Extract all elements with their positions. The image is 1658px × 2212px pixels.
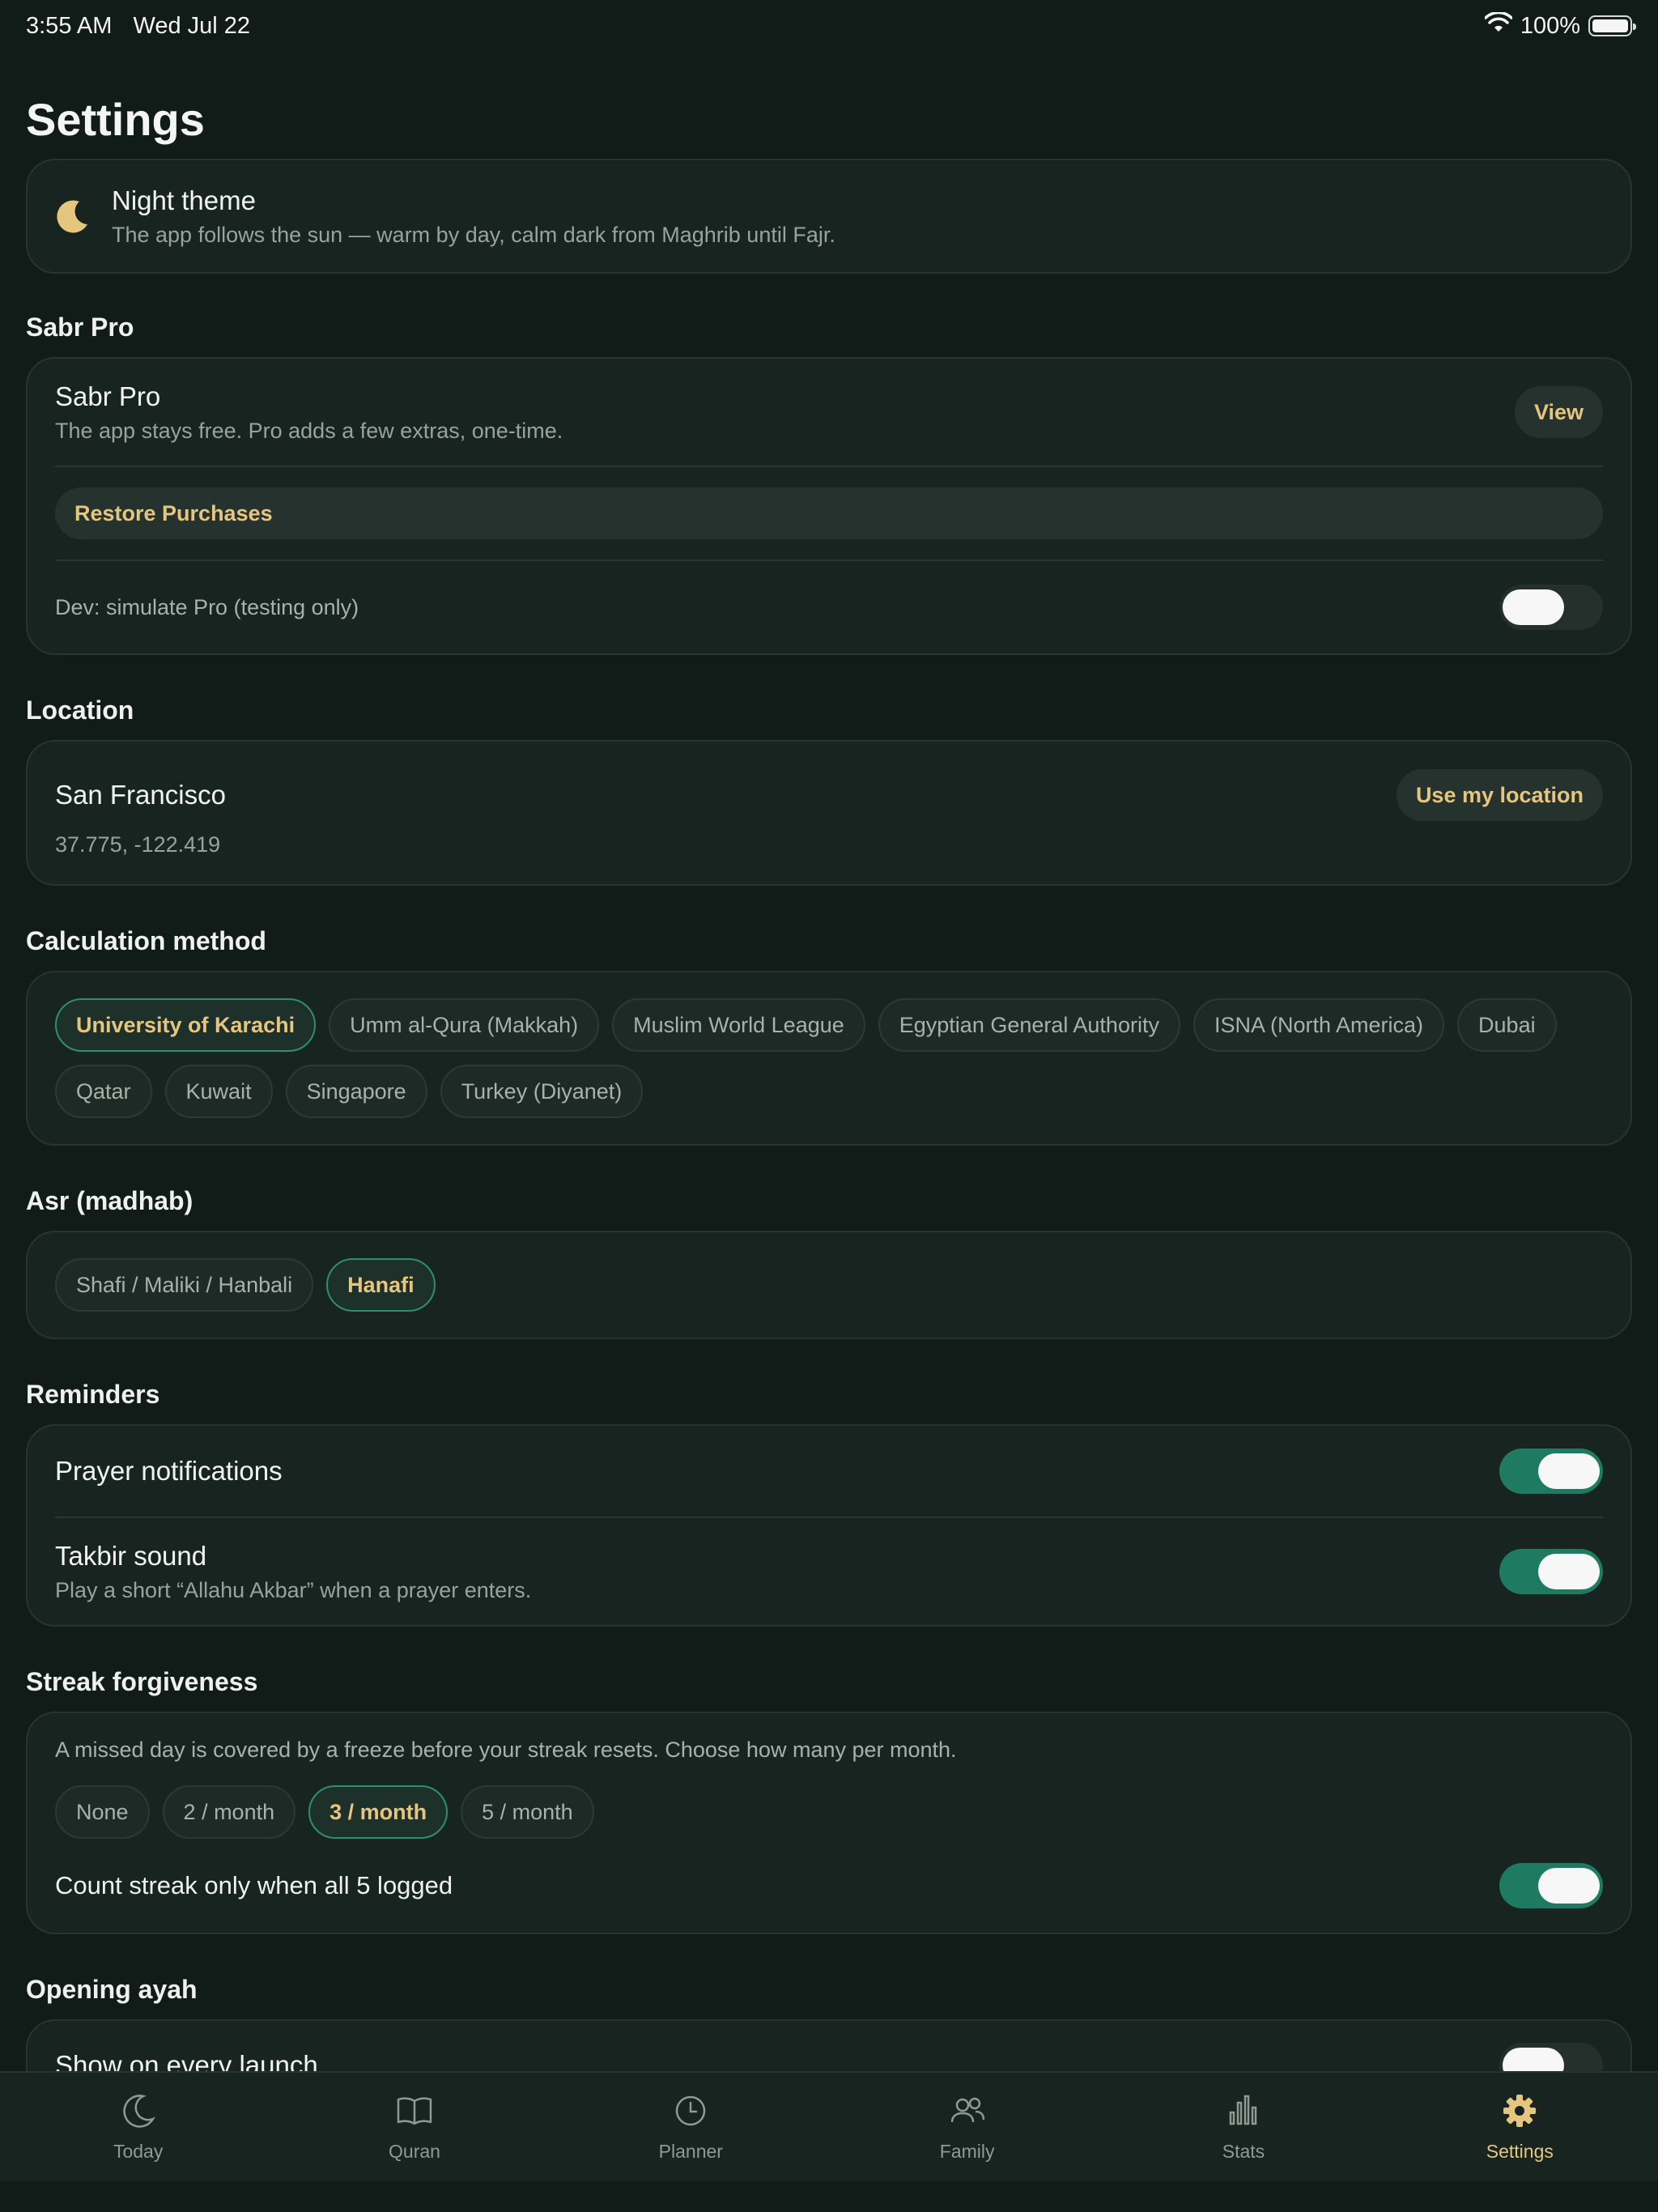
gear-icon bbox=[1500, 2091, 1539, 2134]
night-theme-card: Night theme The app follows the sun — wa… bbox=[26, 159, 1632, 274]
tab-quran[interactable]: Quran bbox=[276, 2073, 552, 2181]
takbir-sound-toggle[interactable] bbox=[1499, 1549, 1603, 1594]
location-coordinates: 37.775, -122.419 bbox=[55, 832, 221, 857]
calc-chip-dubai[interactable]: Dubai bbox=[1457, 998, 1557, 1052]
calc-chip-egyptian[interactable]: Egyptian General Authority bbox=[878, 998, 1180, 1052]
section-title-asr: Asr (madhab) bbox=[26, 1186, 193, 1215]
wifi-icon bbox=[1484, 11, 1513, 40]
location-city: San Francisco bbox=[55, 780, 226, 810]
takbir-sound-subtitle: Play a short “Allahu Akbar” when a praye… bbox=[55, 1577, 532, 1602]
asr-card: Shafi / Maliki / Hanbali Hanafi bbox=[26, 1231, 1632, 1339]
battery-icon bbox=[1588, 15, 1636, 36]
sabr-pro-subtitle: The app stays free. Pro adds a few extra… bbox=[55, 418, 563, 443]
tab-settings[interactable]: Settings bbox=[1382, 2073, 1658, 2181]
tab-today[interactable]: Today bbox=[0, 2073, 276, 2181]
section-title-location: Location bbox=[26, 696, 134, 725]
calc-chip-qatar[interactable]: Qatar bbox=[55, 1065, 152, 1118]
section-title-reminders: Reminders bbox=[26, 1380, 160, 1409]
tab-label: Quran bbox=[389, 2141, 440, 2162]
tab-stats[interactable]: Stats bbox=[1105, 2073, 1381, 2181]
calc-chip-mwl[interactable]: Muslim World League bbox=[612, 998, 865, 1052]
sabr-pro-title: Sabr Pro bbox=[55, 381, 161, 411]
streak-description: A missed day is covered by a freeze befo… bbox=[55, 1738, 957, 1762]
calc-chip-umm-al-qura[interactable]: Umm al-Qura (Makkah) bbox=[329, 998, 600, 1052]
reminders-card: Prayer notifications Takbir sound Play a… bbox=[26, 1424, 1632, 1627]
home-indicator-area bbox=[0, 2181, 1658, 2212]
book-icon bbox=[395, 2091, 434, 2134]
streak-chip-3[interactable]: 3 / month bbox=[308, 1785, 449, 1839]
tab-label: Today bbox=[113, 2141, 164, 2162]
tab-bar: Today Quran Planner Family Stats Setting… bbox=[0, 2071, 1658, 2181]
sabr-pro-card: Sabr Pro The app stays free. Pro adds a … bbox=[26, 357, 1632, 655]
section-title-opening-ayah: Opening ayah bbox=[26, 1975, 198, 2004]
dev-simulate-pro-toggle[interactable] bbox=[1499, 585, 1603, 630]
section-title-calculation: Calculation method bbox=[26, 926, 266, 955]
night-theme-subtitle: The app follows the sun — warm by day, c… bbox=[112, 222, 835, 247]
calc-chip-kuwait[interactable]: Kuwait bbox=[164, 1065, 273, 1118]
status-bar: 3:55 AM Wed Jul 22 100% bbox=[0, 0, 1658, 52]
streak-chip-none[interactable]: None bbox=[55, 1785, 150, 1839]
prayer-notifications-toggle[interactable] bbox=[1499, 1448, 1603, 1494]
takbir-sound-label: Takbir sound bbox=[55, 1540, 207, 1571]
count-all-five-label: Count streak only when all 5 logged bbox=[55, 1871, 453, 1899]
dev-simulate-pro-label: Dev: simulate Pro (testing only) bbox=[55, 594, 359, 619]
streak-card: A missed day is covered by a freeze befo… bbox=[26, 1712, 1632, 1934]
status-date: Wed Jul 22 bbox=[133, 12, 251, 39]
moon-icon bbox=[119, 2091, 158, 2134]
status-time: 3:55 AM bbox=[26, 12, 113, 39]
bar-chart-icon bbox=[1224, 2091, 1263, 2134]
location-card: San Francisco Use my location 37.775, -1… bbox=[26, 740, 1632, 886]
calc-chip-singapore[interactable]: Singapore bbox=[285, 1065, 427, 1118]
prayer-notifications-label: Prayer notifications bbox=[55, 1456, 283, 1486]
clock-icon bbox=[671, 2091, 710, 2134]
settings-content: Settings Night theme The app follows the… bbox=[26, 89, 1632, 2133]
night-theme-title: Night theme bbox=[112, 185, 256, 215]
tab-label: Settings bbox=[1486, 2141, 1554, 2162]
battery-percent: 100% bbox=[1520, 12, 1580, 39]
calc-chip-turkey[interactable]: Turkey (Diyanet) bbox=[440, 1065, 644, 1118]
section-title-sabr-pro: Sabr Pro bbox=[26, 313, 134, 342]
count-all-five-toggle[interactable] bbox=[1499, 1863, 1603, 1908]
use-my-location-button[interactable]: Use my location bbox=[1396, 769, 1603, 821]
view-pro-button[interactable]: View bbox=[1514, 386, 1603, 438]
calc-chip-karachi[interactable]: University of Karachi bbox=[55, 998, 317, 1052]
tab-planner[interactable]: Planner bbox=[553, 2073, 829, 2181]
streak-chip-5[interactable]: 5 / month bbox=[461, 1785, 594, 1839]
asr-chip-hanafi[interactable]: Hanafi bbox=[326, 1258, 436, 1312]
page-title: Settings bbox=[26, 94, 205, 145]
calculation-method-chips: University of Karachi Umm al-Qura (Makka… bbox=[55, 998, 1603, 1118]
moon-icon bbox=[55, 198, 91, 234]
tab-label: Stats bbox=[1222, 2141, 1265, 2162]
tab-label: Family bbox=[939, 2141, 995, 2162]
calc-chip-isna[interactable]: ISNA (North America) bbox=[1192, 998, 1445, 1052]
asr-chip-shafi[interactable]: Shafi / Maliki / Hanbali bbox=[55, 1258, 314, 1312]
tab-family[interactable]: Family bbox=[829, 2073, 1105, 2181]
people-icon bbox=[948, 2091, 987, 2134]
restore-purchases-button[interactable]: Restore Purchases bbox=[55, 487, 1603, 539]
section-title-streak: Streak forgiveness bbox=[26, 1667, 258, 1696]
calculation-method-card: University of Karachi Umm al-Qura (Makka… bbox=[26, 971, 1632, 1146]
streak-chip-2[interactable]: 2 / month bbox=[162, 1785, 296, 1839]
tab-label: Planner bbox=[658, 2141, 723, 2162]
